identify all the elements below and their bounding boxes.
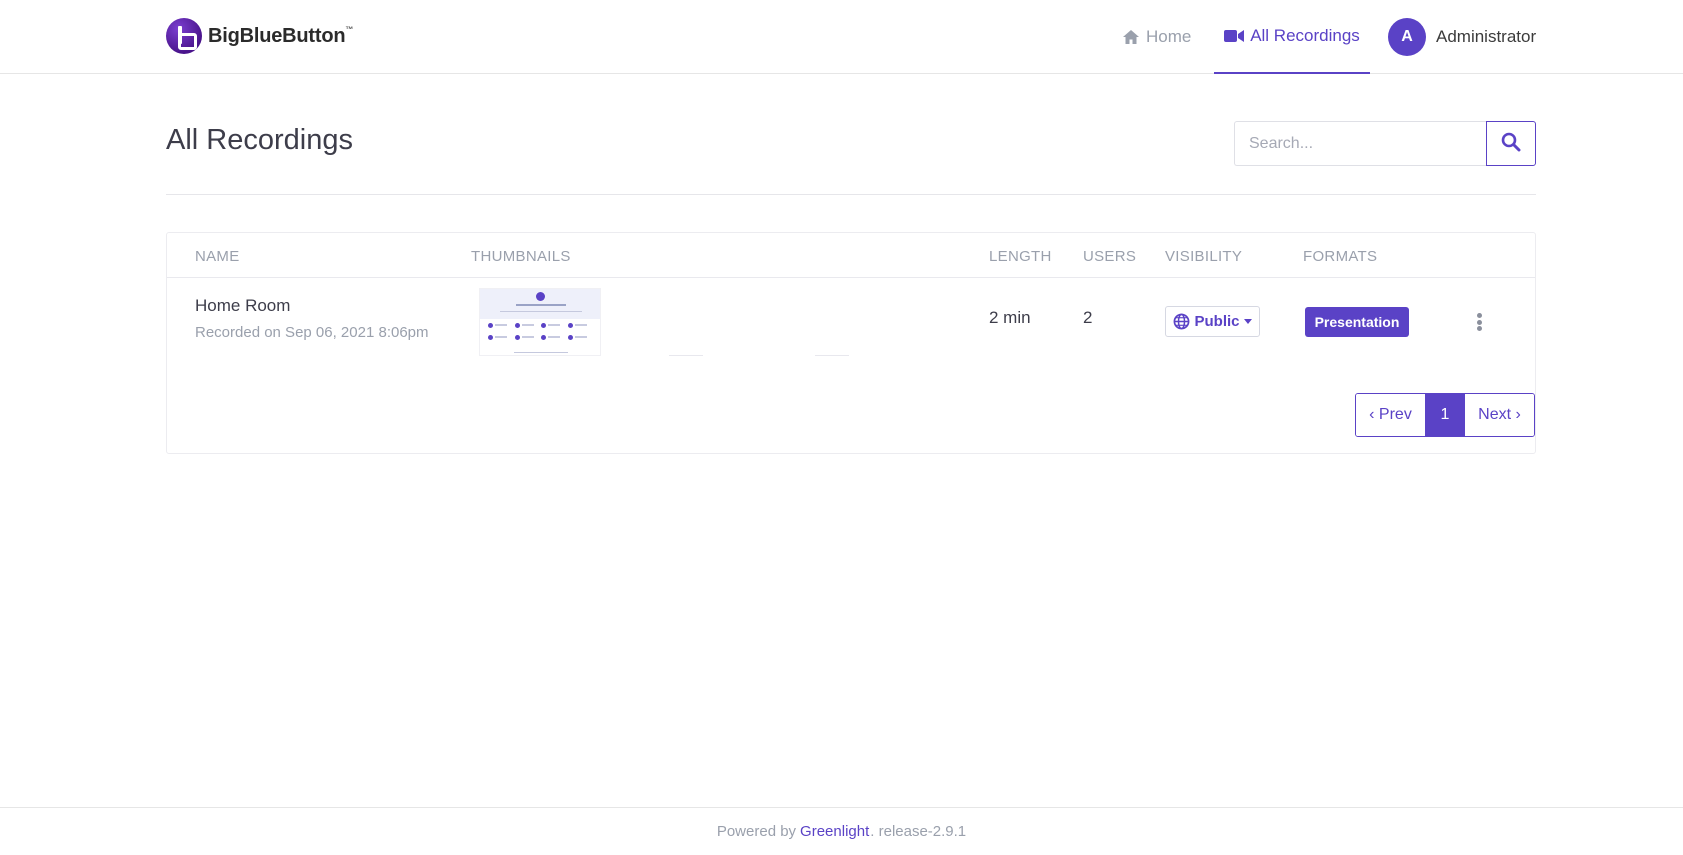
recording-name-cell: Home Room Recorded on Sep 06, 2021 8:06p… (195, 296, 429, 341)
page-title: All Recordings (166, 124, 353, 156)
pagination: ‹ Prev 1 Next › (1355, 393, 1535, 437)
recording-users: 2 (1083, 308, 1093, 327)
bigbluebutton-logo-icon (166, 18, 202, 54)
table-header: NAME THUMBNAILS LENGTH USERS VISIBILITY … (167, 233, 1535, 278)
search-icon (1501, 132, 1521, 155)
column-header-length: LENGTH (989, 248, 1052, 265)
caret-down-icon (1243, 319, 1252, 324)
recording-thumbnail[interactable] (479, 288, 601, 356)
bigbluebutton-logo[interactable]: BigBlueButton™ (166, 18, 353, 54)
visibility-dropdown[interactable]: Public (1165, 306, 1260, 337)
home-icon (1122, 29, 1140, 45)
search-bar (1234, 121, 1536, 166)
column-header-formats: FORMATS (1303, 248, 1378, 265)
nav-all-recordings-link[interactable]: All Recordings (1214, 0, 1370, 74)
recording-length: 2 min (989, 308, 1031, 327)
column-header-name: NAME (195, 248, 240, 265)
column-header-visibility: VISIBILITY (1165, 248, 1243, 265)
presentation-format-button[interactable]: Presentation (1305, 307, 1409, 337)
thumbnail-placeholder (815, 355, 849, 356)
column-header-users: USERS (1083, 248, 1137, 265)
visibility-label: Public (1194, 313, 1240, 330)
title-divider (166, 194, 1536, 195)
pagination-page-1[interactable]: 1 (1426, 394, 1464, 436)
user-menu[interactable]: A Administrator (1388, 18, 1536, 56)
column-header-thumbnails: THUMBNAILS (471, 248, 571, 265)
more-options-icon[interactable] (1473, 310, 1485, 334)
brand-name: BigBlueButton™ (208, 24, 354, 47)
pagination-next-button[interactable]: Next › (1464, 394, 1534, 436)
recordings-table-card: NAME THUMBNAILS LENGTH USERS VISIBILITY … (166, 232, 1536, 454)
user-name: Administrator (1436, 27, 1537, 46)
footer-release: . release-2.9.1 (870, 823, 967, 840)
globe-icon (1173, 313, 1190, 330)
greenlight-link[interactable]: Greenlight (800, 823, 869, 840)
pagination-prev-button[interactable]: ‹ Prev (1356, 394, 1426, 436)
nav-all-recordings-label: All Recordings (1250, 26, 1360, 45)
nav-home-label: Home (1146, 27, 1192, 46)
search-input[interactable] (1234, 121, 1486, 166)
nav-home-link[interactable]: Home (1122, 0, 1191, 74)
footer-prefix: Powered by (716, 823, 797, 840)
recording-date: Recorded on Sep 06, 2021 8:06pm (195, 324, 429, 341)
avatar: A (1388, 18, 1426, 56)
footer: Powered by Greenlight . release-2.9.1 (0, 807, 1683, 855)
search-button[interactable] (1486, 121, 1536, 166)
video-camera-icon (1224, 29, 1245, 43)
top-navbar: BigBlueButton™ Home All Recordings A Adm… (0, 0, 1683, 74)
table-row: Home Room Recorded on Sep 06, 2021 8:06p… (167, 278, 1535, 358)
thumbnail-placeholder (669, 355, 703, 356)
recording-name: Home Room (195, 296, 291, 315)
